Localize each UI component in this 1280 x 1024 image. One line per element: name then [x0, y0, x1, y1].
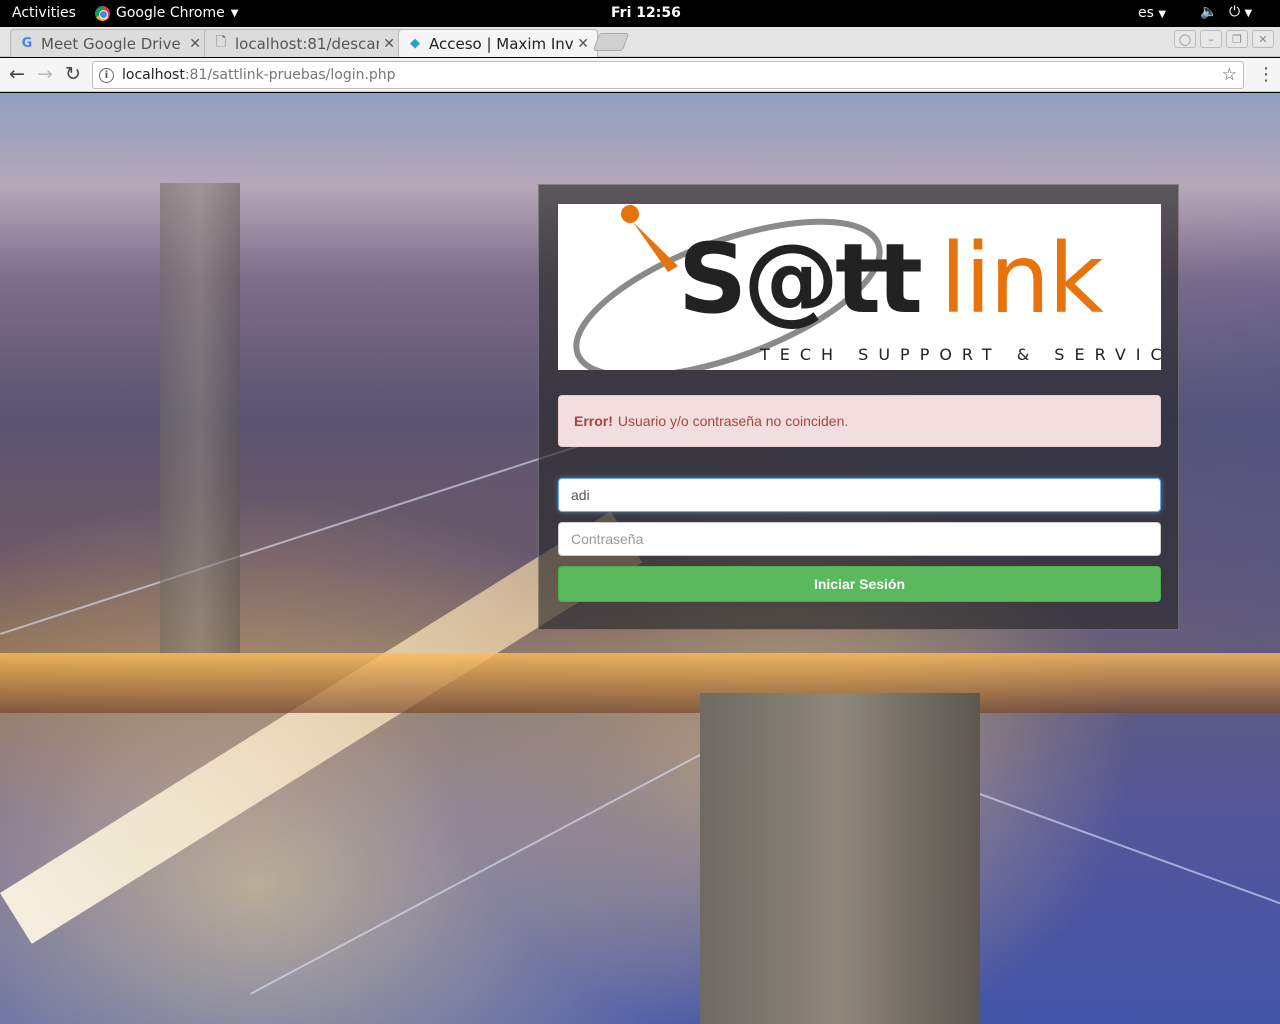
- login-button[interactable]: Iniciar Sesión: [558, 566, 1161, 602]
- app-name: Google Chrome: [116, 5, 225, 21]
- alert-message: Usuario y/o contraseña no coinciden.: [617, 413, 849, 429]
- info-icon[interactable]: i: [99, 67, 114, 83]
- tab-strip: G Meet Google Drive ✕ 🗋 localhost:81/des…: [0, 27, 1280, 57]
- activities-button[interactable]: Activities: [12, 5, 76, 21]
- chevron-down-icon: ▼: [230, 7, 239, 19]
- page-icon: 🗋: [215, 34, 227, 50]
- menu-icon[interactable]: ⋮: [1257, 64, 1275, 85]
- username-input[interactable]: adi: [558, 478, 1161, 512]
- power-icon[interactable]: ⏻ ▼: [1229, 4, 1252, 20]
- close-icon[interactable]: ✕: [577, 36, 589, 52]
- tab-meet-google-drive[interactable]: G Meet Google Drive ✕: [10, 29, 210, 57]
- bookmark-star-icon[interactable]: ☆: [1222, 65, 1237, 85]
- password-input[interactable]: Contraseña: [558, 522, 1161, 556]
- site-favicon: ◆: [410, 36, 420, 51]
- window-controls: ◯ – ❐ ✕: [1174, 30, 1274, 48]
- reload-icon[interactable]: ↻: [65, 63, 81, 85]
- profile-icon[interactable]: ◯: [1174, 30, 1196, 48]
- google-g-icon: G: [21, 36, 33, 51]
- language-selector[interactable]: es ▼: [1138, 5, 1166, 21]
- chevron-down-icon: ▼: [1158, 9, 1167, 20]
- chrome-icon: [95, 5, 110, 21]
- password-placeholder: Contraseña: [571, 531, 644, 547]
- language-label: es: [1138, 5, 1154, 21]
- url-path: :81/sattlink-pruebas/login.php: [184, 67, 396, 83]
- close-icon[interactable]: ✕: [383, 36, 395, 52]
- volume-icon[interactable]: 🔈: [1200, 4, 1217, 20]
- tab-title: localhost:81/descar: [235, 34, 380, 53]
- browser-toolbar: ← → ↻ i localhost:81/sattlink-pruebas/lo…: [0, 58, 1280, 92]
- logo-text-suffix: link: [940, 223, 1104, 335]
- tab-title: Acceso | Maxim Inv: [429, 34, 574, 53]
- login-panel: S@tt link TECH SUPPORT & SERVICE Error! …: [538, 184, 1179, 630]
- maximize-button[interactable]: ❐: [1226, 30, 1248, 48]
- username-value: adi: [571, 487, 590, 503]
- logo-tagline: TECH SUPPORT & SERVICE: [759, 345, 1161, 364]
- clock[interactable]: Fri 12:56: [611, 5, 681, 21]
- system-top-bar: Activities Google Chrome ▼ Fri 12:56 es …: [0, 0, 1280, 27]
- tab-title: Meet Google Drive: [41, 34, 181, 53]
- tab-localhost-descar[interactable]: 🗋 localhost:81/descar ✕: [204, 29, 404, 57]
- minimize-button[interactable]: –: [1200, 30, 1222, 48]
- logo-text-prefix: S@tt: [678, 223, 921, 335]
- alert-strong: Error!: [574, 413, 613, 429]
- page-viewport: S@tt link TECH SUPPORT & SERVICE Error! …: [0, 93, 1280, 1024]
- new-tab-button[interactable]: [592, 33, 630, 51]
- address-bar[interactable]: i localhost:81/sattlink-pruebas/login.ph…: [92, 61, 1244, 89]
- tab-acceso-maxim[interactable]: ◆ Acceso | Maxim Inv ✕: [398, 29, 598, 57]
- app-menu[interactable]: Google Chrome ▼: [95, 5, 238, 21]
- sattlink-logo: S@tt link TECH SUPPORT & SERVICE: [558, 204, 1161, 370]
- close-window-button[interactable]: ✕: [1252, 30, 1274, 48]
- error-alert: Error! Usuario y/o contraseña no coincid…: [558, 395, 1161, 447]
- close-icon[interactable]: ✕: [189, 36, 201, 52]
- url-host: localhost: [122, 67, 185, 83]
- back-icon[interactable]: ←: [9, 63, 25, 85]
- forward-icon[interactable]: →: [37, 63, 53, 85]
